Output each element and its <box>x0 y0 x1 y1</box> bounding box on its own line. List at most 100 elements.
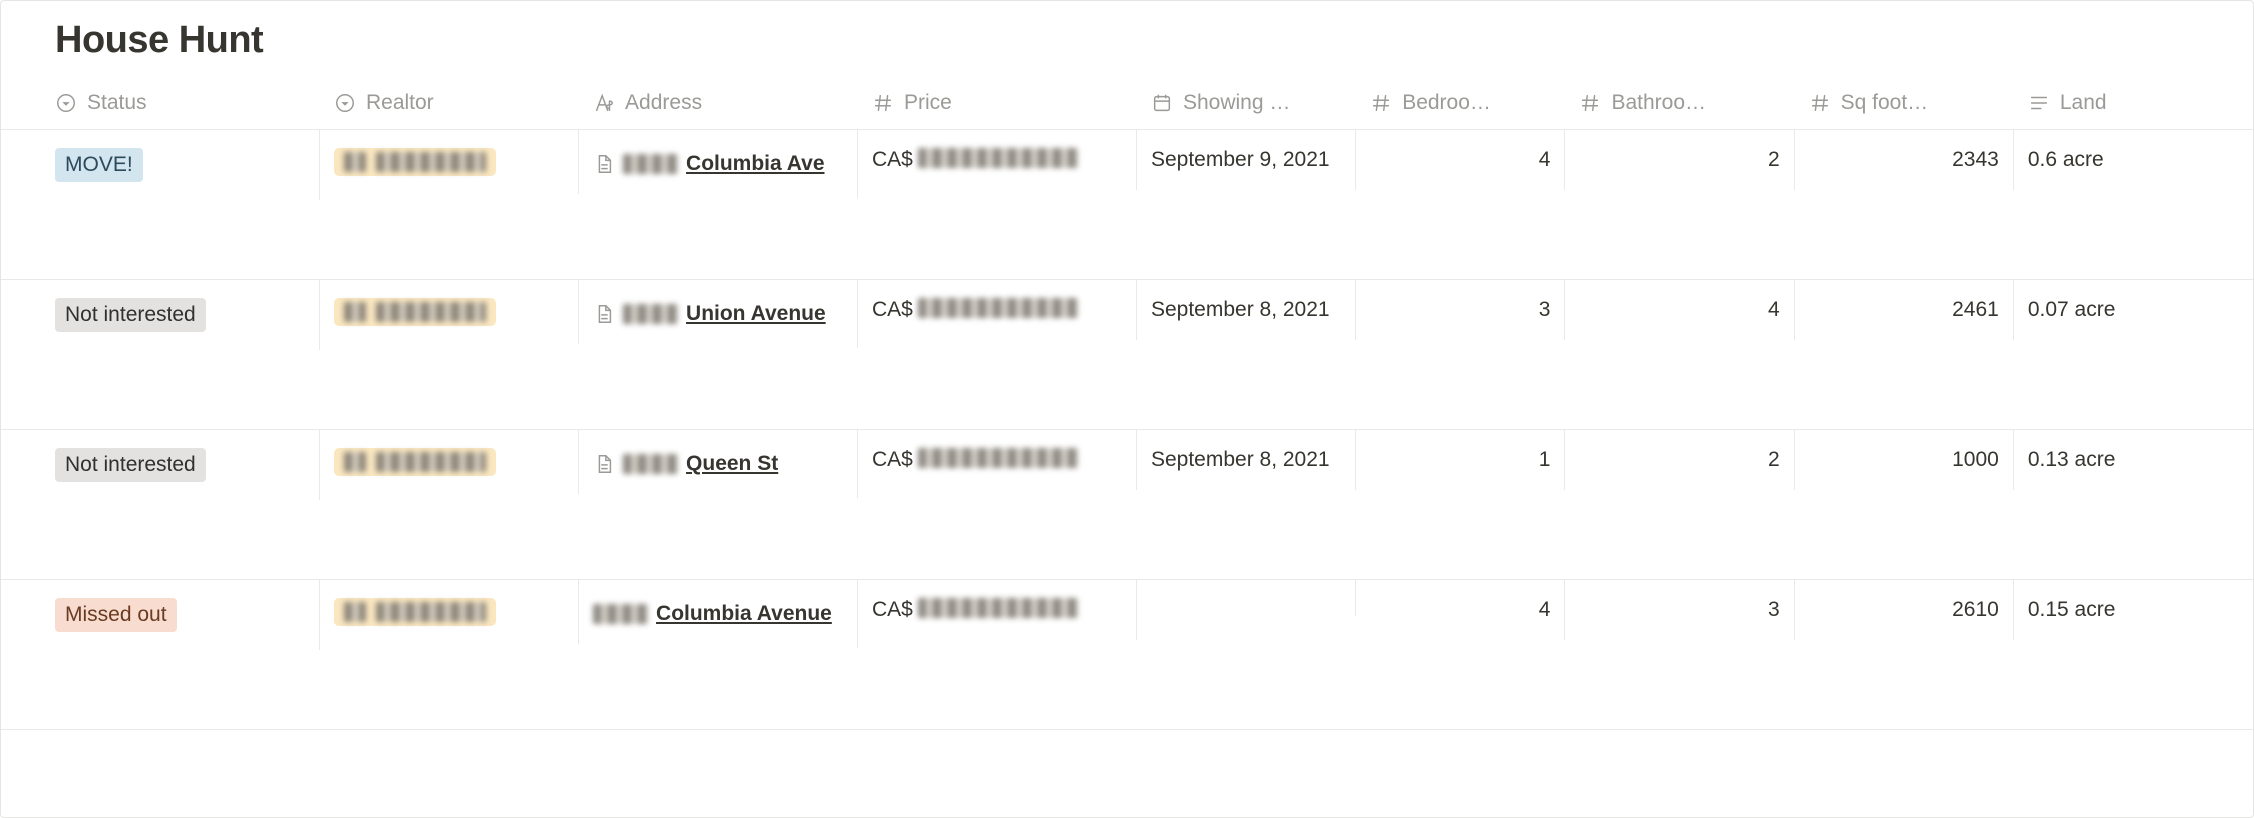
table-body: MOVE! Columbia Ave CA$ September 9, 2021 4 2 2… <box>1 130 2253 730</box>
table-row[interactable]: Not interested Union Avenue CA$ September 8… <box>1 280 2253 430</box>
number-value: 2610 <box>1809 598 1999 622</box>
cell-address[interactable]: Queen St <box>579 430 858 498</box>
col-header-bathrooms[interactable]: Bathroo… <box>1565 76 1794 129</box>
cell-land[interactable]: 0.07 acre <box>2014 280 2253 340</box>
number-value: 1 <box>1370 448 1550 472</box>
table-row[interactable]: Missed out Columbia Avenue CA$ 43 2610 0.15 a… <box>1 580 2253 730</box>
col-header-realtor[interactable]: Realtor <box>320 76 579 129</box>
address-link[interactable]: Union Avenue <box>686 298 826 330</box>
currency-prefix: CA$ <box>872 448 913 472</box>
redacted-text <box>918 148 1078 168</box>
status-badge: Missed out <box>55 598 177 632</box>
cell-bedrooms[interactable]: 4 <box>1356 130 1565 190</box>
cell-bedrooms[interactable]: 3 <box>1356 280 1565 340</box>
number-value: 4 <box>1370 598 1550 622</box>
date-value: September 9, 2021 <box>1151 148 1330 172</box>
redacted-text <box>344 452 366 472</box>
cell-showing-date[interactable]: September 9, 2021 <box>1137 130 1356 190</box>
number-value: 4 <box>1370 148 1550 172</box>
number-value: 4 <box>1579 298 1779 322</box>
cell-status[interactable]: Missed out <box>41 580 320 650</box>
number-value: 2 <box>1579 148 1779 172</box>
land-value: 0.07 acre <box>2028 298 2116 322</box>
status-badge: MOVE! <box>55 148 143 182</box>
table-row[interactable]: Not interested Queen St CA$ September 8, 20… <box>1 430 2253 580</box>
address-link[interactable]: Queen St <box>686 448 778 480</box>
cell-realtor[interactable] <box>320 430 579 494</box>
cell-status[interactable]: MOVE! <box>41 130 320 200</box>
redacted-text <box>376 152 486 172</box>
redacted-text <box>623 454 678 474</box>
cell-price[interactable]: CA$ <box>858 280 1137 340</box>
page-icon <box>593 453 615 475</box>
text-title-icon <box>593 92 615 114</box>
cell-sqft[interactable]: 1000 <box>1795 430 2014 490</box>
cell-sqft[interactable]: 2343 <box>1795 130 2014 190</box>
database-frame: House Hunt Status Realtor Address Price … <box>0 0 2254 818</box>
cell-address[interactable]: Columbia Avenue <box>579 580 858 648</box>
number-icon <box>1370 92 1392 114</box>
col-header-status[interactable]: Status <box>41 76 320 129</box>
col-label: Bathroo… <box>1611 91 1706 115</box>
realtor-chip[interactable] <box>334 598 496 626</box>
select-icon <box>334 92 356 114</box>
cell-realtor[interactable] <box>320 580 579 644</box>
cell-bedrooms[interactable]: 4 <box>1356 580 1565 640</box>
col-label: Realtor <box>366 91 434 115</box>
col-header-showing[interactable]: Showing … <box>1137 76 1356 129</box>
cell-bathrooms[interactable]: 2 <box>1565 430 1794 490</box>
col-label: Sq foot… <box>1841 91 1929 115</box>
col-header-sqft[interactable]: Sq foot… <box>1795 76 2014 129</box>
cell-bedrooms[interactable]: 1 <box>1356 430 1565 490</box>
number-icon <box>1579 92 1601 114</box>
cell-showing-date[interactable]: September 8, 2021 <box>1137 280 1356 340</box>
land-value: 0.6 acre <box>2028 148 2104 172</box>
cell-sqft[interactable]: 2461 <box>1795 280 2014 340</box>
redacted-text <box>376 602 486 622</box>
address-link[interactable]: Columbia Avenue <box>656 598 832 630</box>
cell-showing-date[interactable] <box>1137 580 1356 616</box>
cell-bathrooms[interactable]: 2 <box>1565 130 1794 190</box>
realtor-chip[interactable] <box>334 298 496 326</box>
cell-price[interactable]: CA$ <box>858 580 1137 640</box>
cell-address[interactable]: Union Avenue <box>579 280 858 348</box>
realtor-chip[interactable] <box>334 148 496 176</box>
cell-land[interactable]: 0.15 acre <box>2014 580 2253 640</box>
cell-showing-date[interactable]: September 8, 2021 <box>1137 430 1356 490</box>
redacted-text <box>918 448 1078 468</box>
col-label: Land <box>2060 91 2107 115</box>
redacted-text <box>376 302 486 322</box>
number-value: 3 <box>1370 298 1550 322</box>
cell-price[interactable]: CA$ <box>858 130 1137 190</box>
cell-status[interactable]: Not interested <box>41 280 320 350</box>
address-link[interactable]: Columbia Ave <box>686 148 824 180</box>
col-header-address[interactable]: Address <box>579 76 858 129</box>
cell-realtor[interactable] <box>320 280 579 344</box>
currency-prefix: CA$ <box>872 148 913 172</box>
cell-price[interactable]: CA$ <box>858 430 1137 490</box>
cell-status[interactable]: Not interested <box>41 430 320 500</box>
col-header-price[interactable]: Price <box>858 76 1137 129</box>
number-value: 1000 <box>1809 448 1999 472</box>
cell-bathrooms[interactable]: 3 <box>1565 580 1794 640</box>
col-header-land[interactable]: Land <box>2014 76 2253 129</box>
select-icon <box>55 92 77 114</box>
cell-land[interactable]: 0.6 acre <box>2014 130 2253 190</box>
currency-prefix: CA$ <box>872 298 913 322</box>
page-icon <box>593 153 615 175</box>
status-badge: Not interested <box>55 298 206 332</box>
cell-address[interactable]: Columbia Ave <box>579 130 858 198</box>
land-value: 0.13 acre <box>2028 448 2116 472</box>
date-value: September 8, 2021 <box>1151 448 1330 472</box>
col-header-bedrooms[interactable]: Bedroo… <box>1356 76 1565 129</box>
cell-bathrooms[interactable]: 4 <box>1565 280 1794 340</box>
redacted-text <box>376 452 486 472</box>
redacted-text <box>623 154 678 174</box>
cell-land[interactable]: 0.13 acre <box>2014 430 2253 490</box>
redacted-text <box>344 602 366 622</box>
cell-realtor[interactable] <box>320 130 579 194</box>
number-value: 2343 <box>1809 148 1999 172</box>
cell-sqft[interactable]: 2610 <box>1795 580 2014 640</box>
realtor-chip[interactable] <box>334 448 496 476</box>
table-row[interactable]: MOVE! Columbia Ave CA$ September 9, 2021 4 2 2… <box>1 130 2253 280</box>
